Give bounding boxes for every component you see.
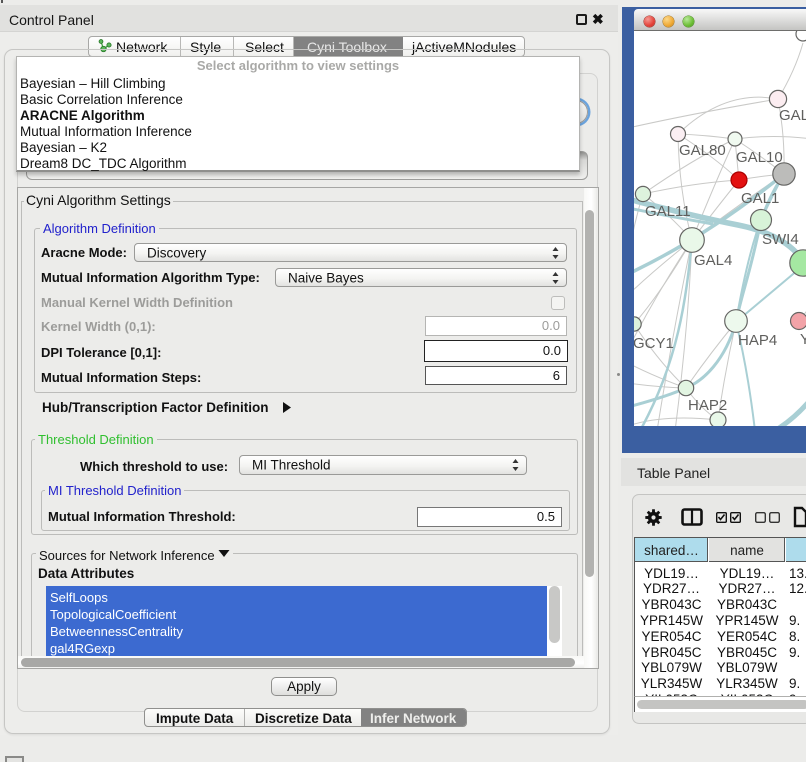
svg-text:GAL80: GAL80	[679, 142, 726, 159]
svg-text:GAL1: GAL1	[741, 190, 779, 207]
svg-text:HAP4: HAP4	[738, 332, 777, 349]
svg-text:Y: Y	[800, 331, 806, 348]
svg-text:GAL11: GAL11	[645, 203, 691, 220]
svg-text:GCY1: GCY1	[634, 335, 674, 352]
svg-text:SWI4: SWI4	[762, 231, 799, 248]
svg-text:HAP2: HAP2	[688, 397, 727, 414]
svg-text:GAL4: GAL4	[694, 252, 732, 269]
svg-text:GAL10: GAL10	[736, 149, 783, 166]
svg-text:GAL: GAL	[779, 107, 806, 124]
